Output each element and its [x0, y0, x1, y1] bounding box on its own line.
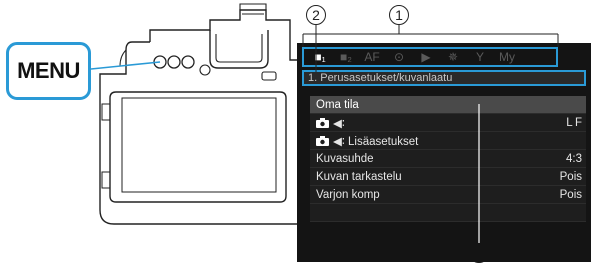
af-menu-icon: AF	[364, 50, 380, 64]
camera-back-illustration	[99, 3, 300, 225]
menu-button[interactable]: MENU	[6, 42, 91, 100]
video-menu-icon: ⊙	[393, 50, 405, 64]
menu-row-label-group: Kuvasuhde	[316, 153, 374, 165]
callout-1: 1	[389, 5, 409, 25]
shooting-menu-2-icon: ■₂	[340, 50, 352, 64]
menu-item-list: Oma tila ◀∶ L F ◀∶ Lisäasetukset Kuvasuhde 4:…	[310, 96, 586, 222]
menu-row-label: Kuvan tarkastelu	[316, 170, 402, 183]
camera-icon	[316, 135, 329, 146]
menu-section-header: 1. Perusasetukset/kuvanlaatu	[302, 70, 586, 86]
menu-row[interactable]: Varjon komp Pois	[310, 186, 586, 204]
menu-row-label: ◀∶ Lisäasetukset	[333, 135, 419, 148]
menu-row-label: Oma tila	[316, 98, 359, 111]
tab-playback-menu[interactable]: ▶	[413, 49, 439, 65]
menu-row-value: Pois	[559, 170, 582, 183]
camera-menu-screen: ■₁ ■₂ AF ⊙ ▶ ✵ Y My 1. Perusasetukset/kuvanlaat…	[297, 43, 591, 262]
menu-row[interactable]: Kuvasuhde 4:3	[310, 150, 586, 168]
menu-row-label-group: ◀∶ Lisäasetukset	[316, 134, 418, 148]
tab-video-menu[interactable]: ⊙	[385, 49, 413, 65]
tab-custom-menu[interactable]: ✵	[439, 49, 467, 65]
menu-row-label: Kuvasuhde	[316, 152, 374, 165]
menu-row-label-group: ◀∶	[316, 116, 345, 130]
playback-menu-icon: ▶	[421, 50, 431, 64]
camera-icon	[316, 117, 329, 128]
setup-menu-icon: Y	[475, 50, 484, 64]
menu-row-value: L F	[566, 116, 582, 129]
my-menu-icon: My	[499, 50, 515, 64]
custom-menu-icon: ✵	[447, 50, 459, 64]
menu-row[interactable]	[310, 204, 586, 222]
menu-row[interactable]: ◀∶ L F	[310, 114, 586, 132]
menu-row-label: Varjon komp	[316, 188, 380, 201]
tab-shooting-menu-1[interactable]: ■₁	[307, 49, 333, 65]
tab-setup-menu[interactable]: Y	[467, 49, 493, 65]
callout-2: 2	[306, 5, 326, 25]
tab-af-menu[interactable]: AF	[359, 49, 385, 65]
menu-row[interactable]: Kuvan tarkastelu Pois	[310, 168, 586, 186]
menu-row-value: 4:3	[566, 152, 582, 165]
menu-tab-bar: ■₁ ■₂ AF ⊙ ▶ ✵ Y My	[302, 47, 558, 67]
tab-shooting-menu-2[interactable]: ■₂	[333, 49, 359, 65]
menu-row-label: ◀∶	[333, 117, 345, 130]
tab-my-menu[interactable]: My	[493, 49, 521, 65]
menu-row-label-group: Kuvan tarkastelu	[316, 171, 402, 183]
shooting-menu-1-icon: ■₁	[314, 50, 326, 64]
menu-row[interactable]: Oma tila	[310, 96, 586, 114]
menu-row-label-group: Varjon komp	[316, 189, 380, 201]
menu-row-value: Pois	[559, 188, 582, 201]
menu-row-label-group: Oma tila	[316, 99, 359, 111]
menu-row[interactable]: ◀∶ Lisäasetukset	[310, 132, 586, 150]
